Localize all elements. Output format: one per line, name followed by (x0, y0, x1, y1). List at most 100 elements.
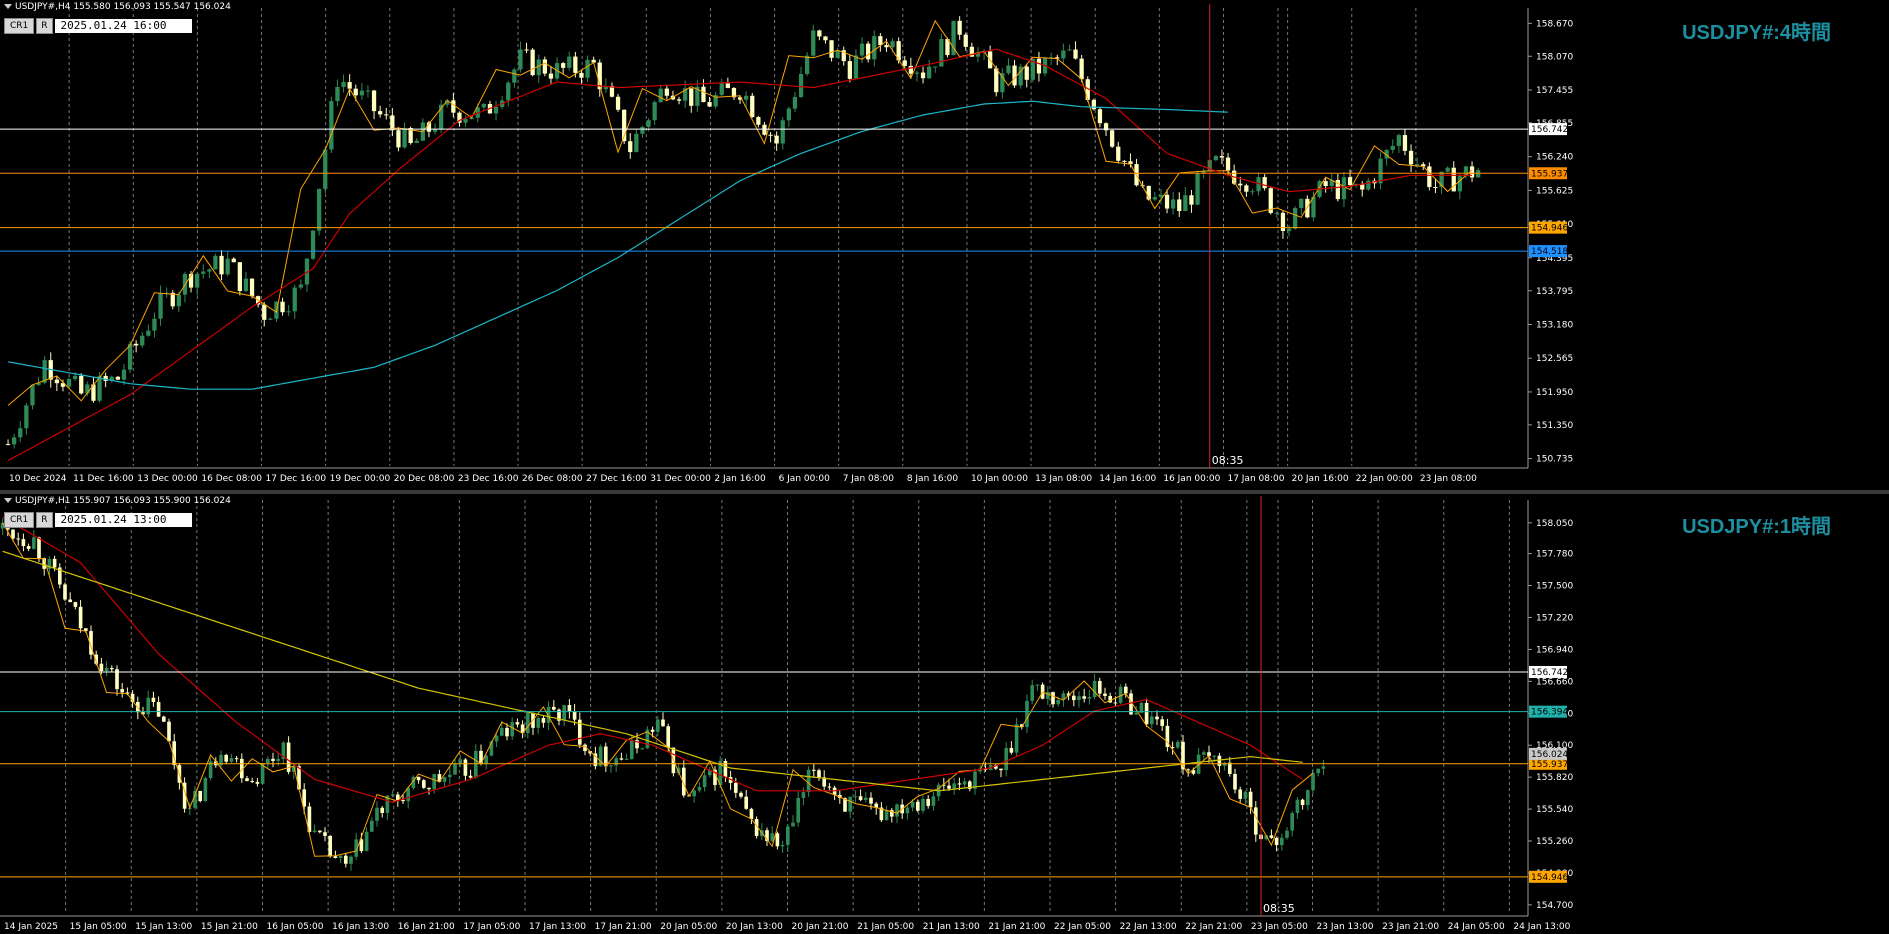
candle-body (1110, 130, 1115, 147)
candle-body (127, 343, 133, 370)
candle-body (762, 124, 767, 135)
candle-body (353, 88, 358, 96)
candle-body (866, 43, 871, 60)
candle-body (1396, 135, 1401, 146)
candle-body (195, 273, 200, 288)
candle-body (719, 83, 724, 95)
candle-body (920, 72, 926, 79)
candle-body (451, 100, 456, 113)
time-tick-label: 20 Jan 21:00 (792, 922, 849, 932)
h1-cr-button[interactable]: CR1 (4, 512, 35, 528)
price-level-label: 155.937 (1531, 760, 1568, 770)
candle-body (237, 262, 242, 292)
candle-body (499, 727, 504, 736)
candle-body (207, 269, 212, 272)
price-tick-label: 156.940 (1536, 645, 1573, 655)
candle-body (369, 820, 374, 832)
candle-body (396, 130, 401, 148)
candle-body (878, 36, 883, 46)
candle-body (268, 318, 273, 320)
candle-body (24, 405, 29, 429)
candle-body (697, 787, 702, 791)
candle-body (432, 129, 438, 132)
candle-body (1175, 741, 1180, 748)
candle-body (863, 797, 868, 801)
candle-body (167, 721, 171, 742)
candle-body (884, 45, 889, 48)
time-tick-label: 23 Jan 21:00 (1382, 922, 1439, 932)
h4-chart-pane[interactable]: 158.670158.070157.455156.855156.240155.6… (0, 0, 1889, 490)
time-tick-label: 10 Jan 00:00 (971, 474, 1028, 484)
candle-body (640, 748, 645, 750)
h4-cr-button[interactable]: CR1 (4, 18, 35, 34)
h1-chart-pane[interactable]: 158.050 157.780 157.500 157.220 156.940 156.6… (0, 494, 1889, 934)
h4-r-button[interactable]: R (36, 18, 53, 34)
candle-body (1269, 835, 1274, 838)
candle-body (1071, 695, 1076, 701)
candle-body (26, 546, 31, 549)
candle-body (536, 718, 541, 728)
candle-body (335, 86, 340, 102)
candle-body (1274, 212, 1279, 214)
candle-body (634, 133, 639, 153)
candle-body (152, 318, 157, 331)
candle-body (1213, 156, 1218, 161)
candle-body (37, 537, 41, 559)
time-tick-label: 17 Jan 13:00 (529, 922, 586, 932)
candle-body (548, 73, 554, 79)
price-tick-label: 155.260 (1536, 837, 1573, 847)
h1-datetime-field[interactable]: 2025.01.24 13:00 (54, 513, 192, 527)
candle-body (1316, 768, 1321, 774)
time-tick-label: 13 Jan 08:00 (1035, 474, 1092, 484)
candle-body (85, 384, 90, 394)
price-tick-label: 156.660 (1536, 677, 1573, 687)
candle-body (914, 72, 920, 74)
candle-body (933, 66, 938, 68)
candle-body (859, 43, 865, 56)
candle-body (432, 774, 437, 790)
collapse-triangle-icon[interactable] (4, 498, 12, 503)
candle-body (921, 798, 925, 811)
h1-r-button[interactable]: R (36, 512, 53, 528)
candle-body (792, 96, 798, 109)
h4-price-chart[interactable]: 158.670158.070157.455156.855156.240155.6… (0, 0, 1889, 490)
candle-body (515, 722, 520, 725)
candle-body (1035, 684, 1040, 686)
candle-body (1144, 702, 1149, 725)
candle-body (271, 758, 275, 761)
candle-body (364, 831, 369, 852)
candle-body (798, 73, 804, 97)
candle-body (994, 68, 999, 93)
candle-body (853, 796, 858, 798)
candle-body (317, 830, 322, 833)
h1-price-chart[interactable]: 158.050 157.780 157.500 157.220 156.940 156.6… (0, 494, 1889, 934)
h1-timeframe-title: USDJPY#:1時間 (1682, 516, 1831, 538)
candle-body (1149, 716, 1154, 725)
candle-body (733, 782, 738, 793)
candle-body (775, 833, 780, 847)
candle-body (329, 101, 334, 150)
candle-body (806, 769, 811, 793)
time-cursor-label: 08:35 (1263, 902, 1295, 915)
price-tick-label: 152.565 (1536, 354, 1573, 364)
candle-body (161, 716, 166, 722)
candle-body (1285, 830, 1289, 838)
candle-body (1123, 686, 1128, 694)
candle-body (151, 697, 156, 702)
candle-body (198, 790, 203, 802)
candle-body (121, 369, 127, 380)
time-tick-label: 17 Jan 21:00 (595, 922, 652, 932)
collapse-triangle-icon[interactable] (4, 4, 12, 9)
candle-body (1262, 177, 1267, 189)
h4-datetime-field[interactable]: 2025.01.24 16:00 (54, 19, 192, 33)
time-tick-label: 14 Jan 2025 (4, 922, 58, 932)
candle-body (79, 375, 84, 394)
candle-body (286, 311, 291, 313)
time-tick-label: 31 Dec 00:00 (650, 474, 711, 484)
candle-body (524, 49, 529, 51)
time-tick-label: 7 Jan 08:00 (843, 474, 895, 484)
zigzag-line (7, 19, 1473, 406)
candle-body (1000, 73, 1005, 93)
time-tick-label: 27 Dec 16:00 (586, 474, 647, 484)
candle-body (774, 135, 779, 144)
